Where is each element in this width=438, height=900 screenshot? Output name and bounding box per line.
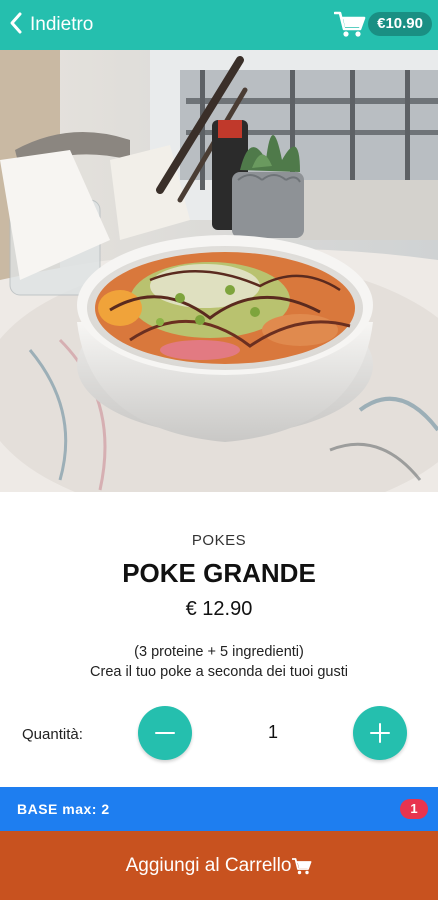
back-button[interactable]: Indietro — [8, 0, 93, 50]
quantity-stepper: Quantità: 1 — [0, 706, 438, 762]
product-category: POKES — [191, 532, 247, 549]
increase-quantity-button[interactable] — [353, 706, 407, 760]
description-line-1: (3 proteine + 5 ingredienti) — [134, 644, 304, 660]
cart-total-badge[interactable]: €10.90 — [368, 12, 432, 36]
product-title: POKE GRANDE — [122, 558, 316, 588]
product-price: € 12.90 — [185, 598, 253, 620]
plus-icon — [353, 706, 407, 760]
product-description: (3 proteine + 5 ingredienti) Crea il tuo… — [0, 642, 438, 682]
product-photo — [0, 50, 438, 492]
quantity-value: 1 — [267, 722, 278, 742]
add-to-cart-label: Aggiungi al Carrello — [125, 854, 292, 876]
add-to-cart-button[interactable]: Aggiungi al Carrello — [0, 831, 438, 900]
chevron-left-icon — [8, 11, 24, 40]
back-label: Indietro — [30, 14, 94, 35]
cart-summary[interactable]: €10.90 — [334, 9, 432, 39]
base-options-section[interactable]: BASE max: 2 1 — [0, 787, 438, 831]
top-bar: Indietro €10.90 — [0, 0, 438, 50]
shopping-cart-icon[interactable] — [334, 9, 366, 39]
base-options-label: BASE max: 2 — [17, 801, 110, 817]
cart-icon — [291, 857, 312, 875]
quantity-label: Quantità: — [22, 726, 83, 743]
base-selected-count-badge: 1 — [400, 799, 428, 819]
minus-icon — [138, 706, 192, 760]
description-line-2: Crea il tuo poke a seconda dei tuoi gust… — [90, 664, 348, 680]
decrease-quantity-button[interactable] — [138, 706, 192, 760]
